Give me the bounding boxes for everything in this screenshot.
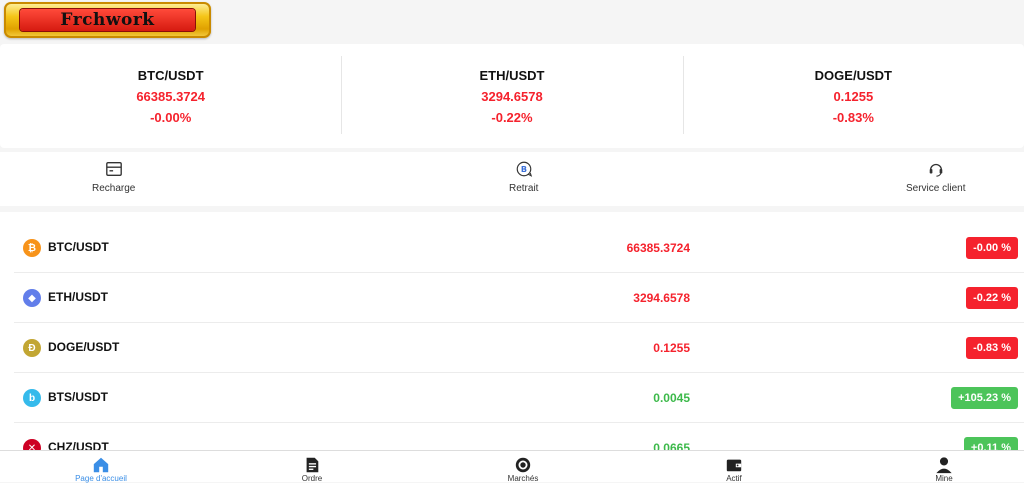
nav-assets-label: Actif	[726, 474, 742, 483]
nav-home-label: Page d'accueil	[75, 474, 127, 483]
ticker-change: -0.22%	[491, 109, 533, 125]
market-pair: BTS/USDT	[48, 390, 108, 404]
ticker-price: 0.1255	[833, 88, 874, 104]
brand-logo-plate: Frchwork	[20, 9, 195, 31]
wallet-icon	[726, 459, 742, 472]
change-badge: -0.83 %	[966, 337, 1018, 359]
brand-logo: Frchwork	[4, 2, 211, 38]
market-row[interactable]: ✕ CHZ/USDT 0.0665 +0.11 %	[14, 422, 1024, 450]
bitcoin-icon: ₿	[23, 239, 41, 257]
change-badge: +105.23 %	[951, 387, 1018, 409]
market-row[interactable]: b BTS/USDT 0.0045 +105.23 %	[14, 372, 1024, 423]
nav-home[interactable]: Page d'accueil	[61, 456, 141, 483]
ticker-price: 66385.3724	[136, 88, 205, 104]
market-pair: BTC/USDT	[48, 240, 109, 254]
customer-service-label: Service client	[906, 183, 966, 194]
market-price: 0.0045	[653, 391, 690, 405]
bitcoin-withdraw-icon: B	[516, 161, 532, 177]
market-row[interactable]: ◆ ETH/USDT 3294.6578 -0.22 %	[14, 272, 1024, 323]
brand-logo-text: Frchwork	[60, 10, 155, 30]
ticker-pair: ETH/USDT	[479, 67, 545, 83]
recharge-button[interactable]: Recharge	[92, 160, 135, 194]
headset-icon	[929, 163, 943, 177]
market-price: 3294.6578	[633, 291, 690, 305]
market-icon	[515, 457, 531, 473]
bitshares-icon: b	[23, 389, 41, 407]
home-icon	[93, 457, 109, 473]
market-pair: DOGE/USDT	[48, 340, 120, 354]
withdraw-button[interactable]: B Retrait	[509, 160, 538, 194]
bottom-nav: Page d'accueil Ordre Marchés Actif Mine	[0, 450, 1024, 483]
ethereum-icon: ◆	[23, 289, 41, 307]
nav-orders[interactable]: Ordre	[272, 456, 352, 483]
ticker-card[interactable]: BTC/USDT 66385.3724 -0.00%	[0, 44, 341, 148]
market-row[interactable]: ₿ BTC/USDT 66385.3724 -0.00 %	[14, 222, 1024, 273]
dogecoin-icon: Ð	[23, 339, 41, 357]
document-icon	[306, 457, 319, 473]
market-price: 66385.3724	[626, 241, 690, 255]
market-price: 0.1255	[653, 341, 690, 355]
wallet-icon	[105, 162, 122, 176]
ticker-card[interactable]: ETH/USDT 3294.6578 -0.22%	[341, 44, 682, 148]
nav-assets[interactable]: Actif	[694, 456, 774, 483]
chiliz-icon: ✕	[23, 439, 41, 450]
svg-text:B: B	[521, 164, 527, 174]
nav-markets-label: Marchés	[507, 474, 539, 483]
ticker-card[interactable]: DOGE/USDT 0.1255 -0.83%	[682, 44, 1024, 148]
change-badge: -0.22 %	[966, 287, 1018, 309]
customer-service-button[interactable]: Service client	[906, 160, 965, 194]
quick-actions: Recharge B Retrait Service client	[0, 152, 1024, 206]
ticker-pair: BTC/USDT	[137, 67, 204, 83]
market-price: 0.0665	[653, 441, 690, 450]
ticker-change: -0.83%	[832, 109, 874, 125]
change-badge: +0.11 %	[963, 437, 1018, 450]
nav-orders-label: Ordre	[301, 474, 323, 483]
ticker-change: -0.00%	[150, 109, 192, 125]
market-list: ₿ BTC/USDT 66385.3724 -0.00 % ◆ ETH/USDT…	[0, 212, 1024, 450]
nav-mine-label: Mine	[935, 474, 953, 483]
recharge-label: Recharge	[92, 183, 136, 194]
ticker-summary: BTC/USDT 66385.3724 -0.00% ETH/USDT 3294…	[0, 44, 1024, 148]
nav-mine[interactable]: Mine	[904, 456, 984, 483]
withdraw-label: Retrait	[509, 183, 539, 194]
ticker-price: 3294.6578	[481, 88, 543, 104]
market-pair: CHZ/USDT	[48, 440, 109, 450]
market-row[interactable]: Ð DOGE/USDT 0.1255 -0.83 %	[14, 322, 1024, 373]
change-badge: -0.00 %	[966, 237, 1018, 259]
user-icon	[936, 457, 952, 474]
ticker-pair: DOGE/USDT	[814, 67, 892, 83]
nav-markets[interactable]: Marchés	[483, 456, 563, 483]
market-pair: ETH/USDT	[48, 290, 108, 304]
